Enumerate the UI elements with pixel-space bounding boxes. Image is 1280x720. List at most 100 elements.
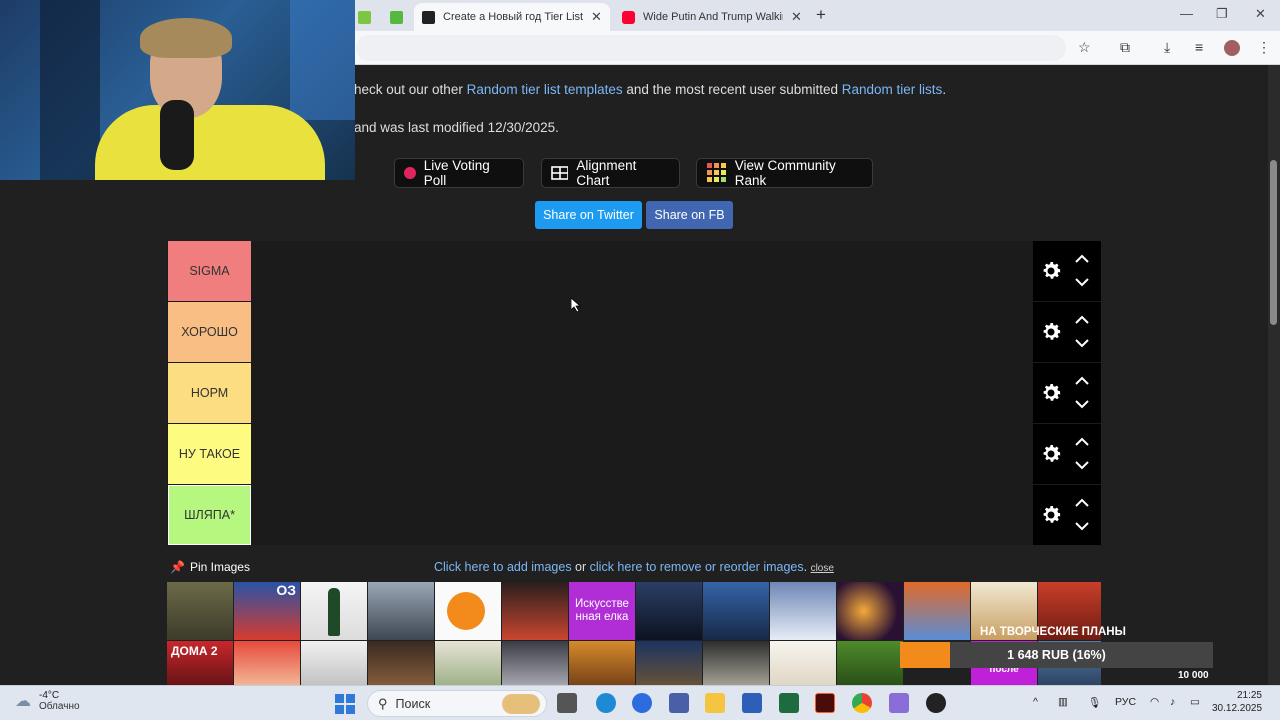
or-text: or — [571, 560, 590, 574]
chevron-up-icon[interactable] — [1075, 376, 1089, 386]
thumbnail-text: ДОМА 2 — [171, 644, 218, 658]
tier-row: ШЛЯПА* — [167, 485, 1101, 545]
tab-pinned-2[interactable] — [382, 3, 412, 31]
app-icon[interactable] — [669, 693, 689, 713]
button-label: View Community Rank — [734, 158, 836, 188]
image-thumbnail[interactable] — [301, 582, 367, 640]
gear-icon[interactable] — [1039, 320, 1063, 344]
image-thumbnail[interactable] — [167, 582, 233, 640]
thumbnail-text: Искусстве нная елка — [575, 598, 629, 623]
battery-icon[interactable]: ▭ — [1190, 696, 1200, 708]
tier-controls — [1033, 485, 1101, 545]
task-view-icon[interactable] — [557, 693, 577, 713]
zoom-icon[interactable] — [632, 693, 652, 713]
image-thumbnail[interactable] — [703, 582, 769, 640]
tier-drop-zone[interactable] — [251, 363, 1033, 423]
download-icon[interactable]: ⤓ — [1164, 39, 1170, 56]
tier-label[interactable]: ХОРОШО — [168, 302, 251, 362]
tier-drop-zone[interactable] — [251, 424, 1033, 484]
bookmark-star-icon[interactable]: ☆ — [1078, 39, 1091, 56]
media-control-icon[interactable]: ≡ — [1195, 39, 1203, 55]
tray-app-icon[interactable]: ▥ — [1058, 696, 1068, 708]
minimize-icon[interactable]: — — [1180, 6, 1193, 21]
pin-images-toggle[interactable]: 📌 Pin Images — [170, 560, 250, 574]
image-thumbnail[interactable] — [636, 582, 702, 640]
taskbar-search-input[interactable]: ⚲ Поиск — [367, 690, 547, 717]
random-tier-lists-link[interactable]: Random tier lists — [842, 82, 943, 97]
tier-drop-zone[interactable] — [251, 302, 1033, 362]
share-fb-button[interactable]: Share on FB — [646, 201, 733, 229]
image-thumbnail[interactable]: ОЗ — [234, 582, 300, 640]
weather-widget[interactable]: ☁ -4°C Облачно — [15, 690, 80, 712]
image-thumbnail[interactable] — [435, 582, 501, 640]
gear-icon[interactable] — [1039, 442, 1063, 466]
gear-icon[interactable] — [1039, 381, 1063, 405]
scrollbar-thumb[interactable] — [1270, 160, 1277, 325]
chevron-up-icon[interactable] — [1075, 315, 1089, 325]
microphone-tray-icon[interactable]: 🎙 — [1088, 696, 1101, 709]
close-link[interactable]: close — [811, 563, 834, 574]
share-twitter-button[interactable]: Share on Twitter — [535, 201, 642, 229]
tier-label[interactable]: НУ ТАКОЕ — [168, 424, 251, 484]
button-label: Alignment Chart — [576, 158, 637, 188]
chrome-icon[interactable] — [852, 693, 872, 713]
app-icon[interactable] — [779, 693, 799, 713]
tier-label[interactable]: НОРМ — [168, 363, 251, 423]
add-images-link[interactable]: Click here to add images — [434, 560, 572, 574]
extensions-icon[interactable]: ⧉ — [1120, 39, 1130, 56]
restore-icon[interactable]: ❐ — [1216, 6, 1228, 22]
tier-row: ХОРОШО — [167, 302, 1101, 362]
champagne-bottle-icon — [328, 588, 340, 636]
tab-youtube[interactable]: Wide Putin And Trump Walking ✕ — [614, 3, 810, 31]
file-explorer-icon[interactable] — [705, 693, 725, 713]
close-window-icon[interactable]: ✕ — [1255, 6, 1266, 22]
chevron-up-icon[interactable] — [1075, 437, 1089, 447]
tab-tierlist[interactable]: Create a Новый год Tier List - T ✕ — [414, 3, 610, 31]
chevron-up-icon[interactable] — [1075, 498, 1089, 508]
image-thumbnail[interactable] — [770, 582, 836, 640]
address-bar[interactable] — [356, 35, 1066, 61]
obs-icon[interactable] — [926, 693, 946, 713]
tier-label[interactable]: SIGMA — [168, 241, 251, 301]
chevron-down-icon[interactable] — [1075, 521, 1089, 531]
search-icon: ⚲ — [378, 695, 388, 711]
tray-chevron-icon[interactable]: ^ — [1033, 696, 1038, 708]
gear-icon[interactable] — [1039, 503, 1063, 527]
chevron-down-icon[interactable] — [1075, 277, 1089, 287]
chevron-up-icon[interactable] — [1075, 254, 1089, 264]
illustrator-icon[interactable] — [815, 693, 835, 713]
wifi-icon[interactable]: ◠ — [1150, 696, 1159, 708]
chevron-down-icon[interactable] — [1075, 399, 1089, 409]
tab-close-icon[interactable]: ✕ — [591, 9, 602, 25]
image-thumbnail[interactable] — [837, 582, 903, 640]
language-indicator[interactable]: РУС — [1115, 696, 1136, 708]
menu-dots-icon[interactable]: ⋮ — [1257, 39, 1271, 56]
image-thumbnail[interactable] — [502, 582, 568, 640]
chevron-down-icon[interactable] — [1075, 338, 1089, 348]
tier-drop-zone[interactable] — [251, 485, 1033, 545]
microphone-icon — [160, 100, 194, 170]
view-community-rank-button[interactable]: View Community Rank — [696, 158, 873, 188]
profile-avatar[interactable] — [1224, 40, 1240, 56]
random-templates-link[interactable]: Random tier list templates — [467, 82, 623, 97]
windows-start-icon[interactable] — [335, 694, 355, 714]
new-tab-button[interactable]: + — [816, 5, 826, 25]
page-scrollbar[interactable] — [1268, 65, 1280, 685]
live-voting-poll-button[interactable]: Live Voting Poll — [394, 158, 524, 188]
tab-close-icon[interactable]: ✕ — [791, 9, 802, 25]
tier-label[interactable]: ШЛЯПА* — [168, 485, 251, 545]
gear-icon[interactable] — [1039, 259, 1063, 283]
snipping-tool-icon[interactable] — [889, 693, 909, 713]
word-icon[interactable] — [742, 693, 762, 713]
tier-drop-zone[interactable] — [251, 241, 1033, 301]
image-thumbnail[interactable] — [368, 582, 434, 640]
thumbnail-text: ОЗ — [276, 582, 296, 598]
volume-icon[interactable]: ♪ — [1170, 696, 1175, 708]
taskbar-clock[interactable]: 21:25 30.12.2025 — [1212, 689, 1262, 715]
image-thumbnail[interactable]: Искусстве нная елка — [569, 582, 635, 640]
chevron-down-icon[interactable] — [1075, 460, 1089, 470]
edge-icon[interactable] — [596, 693, 616, 713]
alignment-chart-button[interactable]: Alignment Chart — [541, 158, 680, 188]
mouse-cursor-icon — [571, 298, 581, 312]
remove-reorder-link[interactable]: click here to remove or reorder images — [590, 560, 804, 574]
